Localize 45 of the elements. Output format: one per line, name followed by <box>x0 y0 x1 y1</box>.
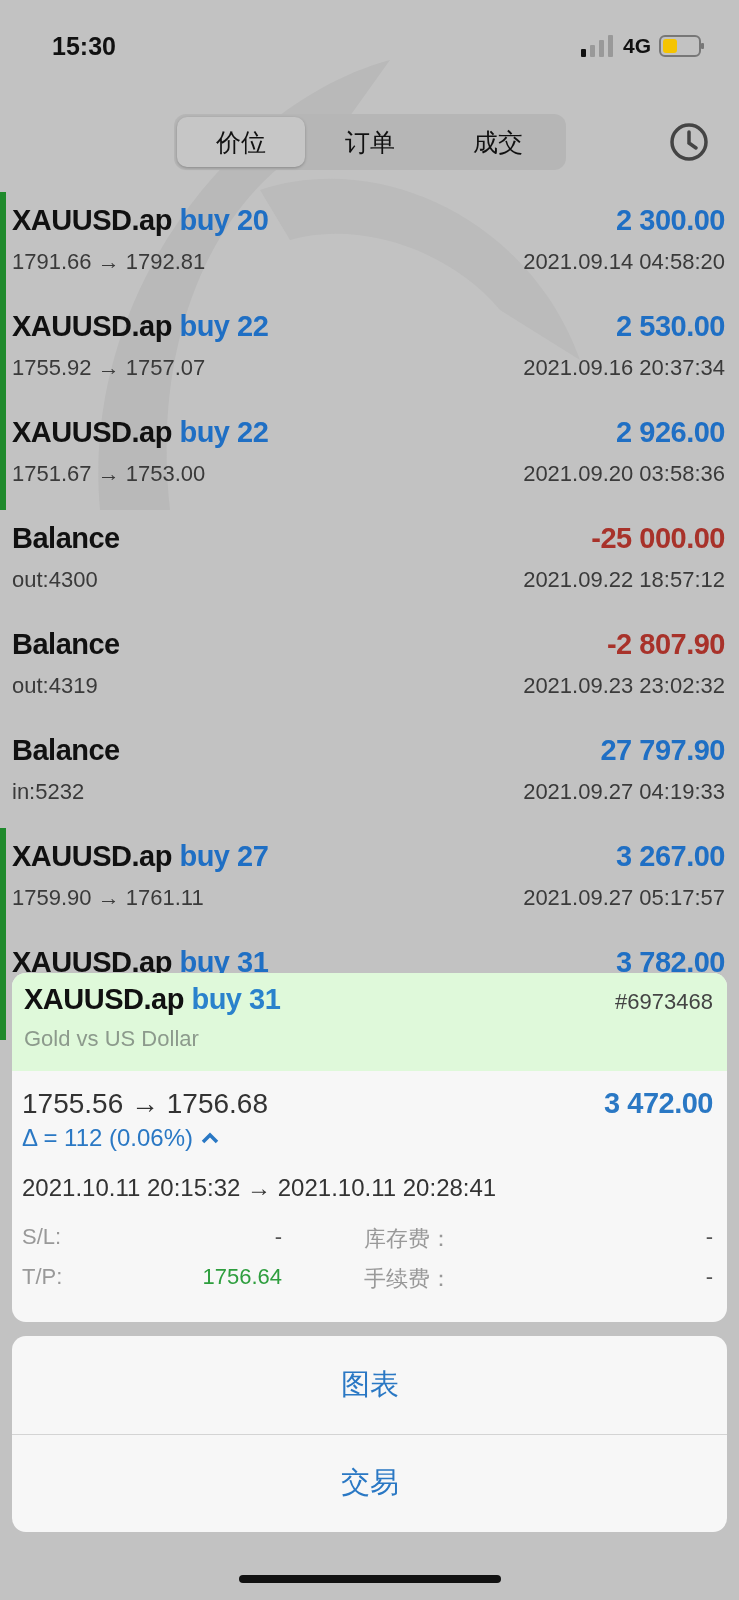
deal-detail: 1791.66 → 1792.81 <box>12 249 206 275</box>
deal-title: XAUUSD.ap buy 27 <box>12 840 269 873</box>
deal-detail: out:4300 <box>12 567 98 593</box>
field-label: 库存费： <box>364 1225 452 1253</box>
field-value: - <box>705 1264 713 1291</box>
deal-title: XAUUSD.ap buy 22 <box>12 310 269 343</box>
field-value: - <box>274 1224 282 1251</box>
deal-time: 2021.09.22 18:57:12 <box>523 567 725 593</box>
status-time: 15:30 <box>52 31 116 61</box>
amount-text: -25 000.00 <box>591 522 725 555</box>
amount-text: 2 300.00 <box>616 204 725 237</box>
deal-time: 2021.09.20 03:58:36 <box>523 461 725 487</box>
deal-title: XAUUSD.ap buy 22 <box>12 416 269 449</box>
profit-text: 3 472.00 <box>604 1087 713 1120</box>
deal-detail: 1751.67 → 1753.00 <box>12 461 206 487</box>
deal-title: XAUUSD.ap buy 31 <box>24 983 281 1016</box>
price-range: 1755.56 → 1756.68 <box>22 1088 268 1120</box>
field-value: - <box>705 1224 713 1251</box>
amount-text: 27 797.90 <box>600 734 725 767</box>
deal-detail: out:4319 <box>12 673 98 699</box>
network-label: 4G <box>623 34 651 58</box>
deal-time: 2021.09.27 04:19:33 <box>523 779 725 805</box>
amount-text: -2 807.90 <box>606 628 725 661</box>
amount-text: 2 530.00 <box>616 310 725 343</box>
field-label: S/L: <box>22 1224 62 1251</box>
deal-time: 2021.09.27 05:17:57 <box>523 885 725 911</box>
field-value: 1756.64 <box>202 1264 282 1291</box>
time-range: 2021.10.11 20:15:32 → 2021.10.11 20:28:41 <box>22 1174 498 1202</box>
amount-text: 2 926.00 <box>616 416 725 449</box>
ticket-number: #6973468 <box>615 989 713 1015</box>
balance-title: Balance <box>12 522 120 555</box>
amount-text: 3 267.00 <box>616 840 725 873</box>
deal-detail: 1759.90 → 1761.11 <box>12 885 204 911</box>
deal-time: 2021.09.16 20:37:34 <box>523 355 725 381</box>
deal-detail: 1755.92 → 1757.07 <box>12 355 206 381</box>
deal-time: 2021.09.14 04:58:20 <box>523 249 725 275</box>
deal-detail: in:5232 <box>12 779 85 805</box>
deal-time: 2021.09.23 23:02:32 <box>523 673 725 699</box>
amount-text: 3 782.00 <box>616 946 725 979</box>
symbol-description: Gold vs US Dollar <box>24 1026 200 1052</box>
deal-title: XAUUSD.ap buy 20 <box>12 204 269 237</box>
field-label: 手续费： <box>364 1265 452 1293</box>
field-label: T/P: <box>22 1264 63 1291</box>
balance-title: Balance <box>12 734 120 767</box>
balance-title: Balance <box>12 628 120 661</box>
